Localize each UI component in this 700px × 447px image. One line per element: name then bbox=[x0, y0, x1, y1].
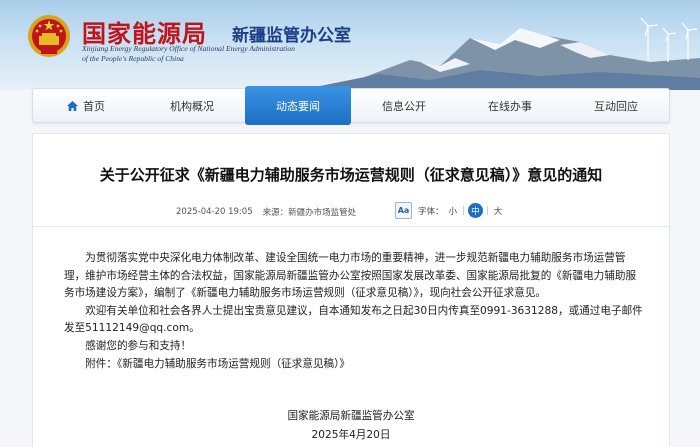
nav-item-disclosure[interactable]: 信息公开 bbox=[351, 89, 457, 122]
font-size-small-button[interactable]: 小 bbox=[449, 205, 458, 217]
nav-item-about[interactable]: 机构概况 bbox=[139, 89, 245, 122]
article-paragraph: 感谢您的参与和支持！ bbox=[85, 339, 192, 352]
font-size-icon: Aa bbox=[395, 202, 412, 219]
publish-date: 2025-04-20 19:05 bbox=[176, 207, 253, 217]
site-english-name: Xinjiang Energy Regulatory Office of Nat… bbox=[82, 44, 332, 64]
nav-item-news[interactable]: 动态要闻 bbox=[245, 86, 351, 125]
signature-date: 2025年4月20日 bbox=[311, 429, 391, 441]
font-size-large-button[interactable]: 大 bbox=[494, 205, 503, 217]
article-body: 为贯彻落实党中央深化电力体制改革、建设全国统一电力市场的重要精神，进一步规范新疆… bbox=[64, 250, 644, 373]
font-size-control: Aa 字体： 小 | 中 | 大 bbox=[395, 202, 507, 219]
meta-divider bbox=[33, 226, 669, 227]
nav-item-label: 机构概况 bbox=[170, 99, 214, 113]
nav-item-online-services[interactable]: 在线办事 bbox=[457, 89, 563, 122]
header-banner: 国家能源局 新疆监管办公室 Xinjiang Energy Regulatory… bbox=[0, 0, 700, 90]
nav-item-label: 首页 bbox=[83, 99, 105, 113]
article-card: 关于公开征求《新疆电力辅助服务市场运营规则（征求意见稿）》意见的通知 2025-… bbox=[32, 133, 670, 447]
english-line-2: of the People's Republic of China bbox=[82, 54, 184, 63]
english-line-1: Xinjiang Energy Regulatory Office of Nat… bbox=[82, 44, 295, 53]
nav-item-label: 互动回应 bbox=[594, 99, 638, 113]
font-size-label: 字体： bbox=[418, 206, 444, 217]
font-size-separator: | bbox=[462, 205, 465, 216]
article-paragraph: 为贯彻落实党中央深化电力体制改革、建设全国统一电力市场的重要精神，进一步规范新疆… bbox=[64, 252, 637, 300]
article-paragraph: 欢迎有关单位和社会各界人士提出宝贵意见建议，自本通知发布之日起30日内传真至09… bbox=[64, 304, 643, 335]
nav-item-home[interactable]: 首页 bbox=[33, 89, 139, 122]
nav-item-label: 在线办事 bbox=[488, 99, 532, 113]
attachment-link[interactable]: 附件：《新疆电力辅助服务市场运营规则（征求意见稿）》 bbox=[64, 356, 644, 374]
main-nav: 首页 机构概况 动态要闻 信息公开 在线办事 互动回应 bbox=[32, 86, 670, 125]
article-meta: 2025-04-20 19:05 来源：新疆办市场监管处 bbox=[176, 203, 356, 221]
nav-item-label: 信息公开 bbox=[382, 99, 426, 113]
site-subtitle: 新疆监管办公室 bbox=[232, 26, 351, 46]
signature-org: 国家能源局新疆监管办公室 bbox=[287, 410, 415, 422]
font-size-medium-button[interactable]: 中 bbox=[467, 203, 483, 218]
national-emblem-icon bbox=[28, 15, 70, 57]
home-icon bbox=[67, 100, 78, 111]
nav-item-label: 动态要闻 bbox=[276, 99, 320, 113]
article-source: 来源：新疆办市场监管处 bbox=[262, 208, 357, 218]
nav-item-interaction[interactable]: 互动回应 bbox=[563, 89, 669, 122]
article-title: 关于公开征求《新疆电力辅助服务市场运营规则（征求意见稿）》意见的通知 bbox=[99, 166, 603, 184]
font-size-separator: | bbox=[485, 205, 489, 216]
